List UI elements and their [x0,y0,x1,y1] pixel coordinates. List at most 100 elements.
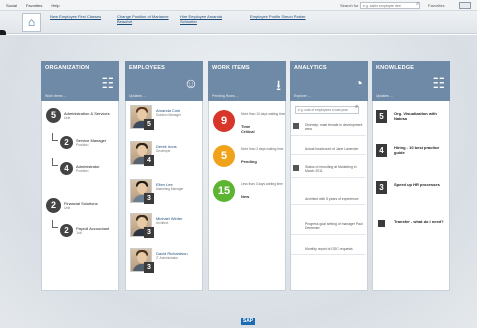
nav-tab-new-employee[interactable]: New Employee First Classes [50,14,106,19]
knowledge-text: Transfer - what do I need? [394,219,444,224]
employee-role: Developer [156,149,171,153]
analytics-item-label: Status of recruiting at Marketing in Mar… [305,165,357,174]
knowledge-text: Org. Visualization with Nakisa [394,111,437,121]
work-item-label: Pending [241,159,257,164]
analytics-item-label: Monthly report of GSC requests [305,247,353,251]
analytics-item-label: Actual headcount of Jane Lavender [305,147,359,151]
pie-chart-icon: ◔ [354,75,363,91]
work-item-text: More than 3 days waiting time [241,147,284,151]
knowledge-text: Hiring - 10 best practice guide [394,145,440,155]
employee-role: Marketing Manager [156,187,184,191]
employees-title: EMPLOYEES [129,65,166,71]
org-node[interactable]: 2 Financial Solutions Unit [46,198,98,213]
favorites-link[interactable]: Favorites [428,3,444,8]
org-count: 2 [46,198,61,213]
analytics-item[interactable]: Architect with 5 years of experience [291,197,366,206]
employee-badge: 5 [144,119,154,130]
org-node[interactable]: 4 Administrator Position [60,162,100,175]
window-icon[interactable] [459,2,471,9]
search-icon[interactable]: ⌕ [355,104,358,111]
org-type: Unit [64,115,71,120]
org-connector [52,133,58,141]
top-bar: Social Favorites Help Search for ⌕ Favor… [0,0,477,11]
work-item-count: 15 [213,180,235,202]
org-label: Service Manager [76,137,107,143]
menu-social[interactable]: Social [6,3,17,8]
org-type: Position [76,168,89,173]
employee-role: IT Administrator [156,256,179,260]
document-icon: ☷ [432,75,445,91]
home-button[interactable]: ⌂ [22,13,41,32]
knowledge-header[interactable]: KNOWLEDGE ☷ Updates ... [372,61,450,101]
analytics-item[interactable]: Progress goal setting of manager Paul De… [291,222,366,235]
employees-header[interactable]: EMPLOYEES ☺ Updates ... [125,61,203,101]
org-count: 4 [60,162,73,175]
org-type: Position [76,142,89,147]
menu-help[interactable]: Help [51,3,59,8]
employee-role: Architect [156,221,169,225]
employee-badge: 4 [144,155,154,166]
org-count: 5 [46,108,61,123]
org-node[interactable]: 2 Service Manager Position [60,136,106,149]
analytics-header[interactable]: ANALYTICS ◔ Explorer ... [290,61,368,101]
organization-header[interactable]: ORGANIZATION ☷ Work Items ... [41,61,119,101]
org-count: 2 [60,136,73,149]
org-label: Financial Solutions [64,200,98,206]
navigation-bar: ⌂ New Employee First Classes Change Posi… [0,11,477,34]
knowledge-count: 5 [376,110,387,123]
analytics-item[interactable]: Actual headcount of Jane Lavender [291,147,366,156]
work-item-label: Time Critical [241,124,255,134]
knowledge-count: 3 [376,181,387,194]
nav-tab-employee-profile[interactable]: Employee Profile Simon Parker [250,14,306,19]
org-connector [52,220,58,228]
employee-badge: 3 [144,262,154,273]
search-label: Search for [340,3,359,8]
org-chart-icon: ☷ [101,75,114,91]
knowledge-subtitle: Updates ... [376,94,393,98]
work-items-header[interactable]: WORK ITEMS ⭳ Pending Rows ... [208,61,286,101]
knowledge-count: 4 [376,144,387,157]
report-icon [293,123,299,129]
search-icon[interactable]: ⌕ [416,1,419,8]
work-items-subtitle: Pending Rows ... [212,94,239,98]
report-icon [293,165,299,171]
nav-tab-hire-employee[interactable]: Hire Employee Amanda Schlueter [180,14,236,24]
work-item-text: Less than 3 days waiting time [241,182,283,186]
org-label: Administrator [76,163,100,169]
employee-role: Solution Manager [156,113,181,117]
org-count: 2 [60,224,73,237]
org-type: Unit [64,205,71,210]
organization-subtitle: Work Items ... [45,94,67,98]
home-icon: ⌂ [27,15,36,29]
analytics-item-label: Diversity: male female in development ar… [305,123,363,132]
top-menu: Social Favorites Help [6,3,60,8]
work-item-text: More than 10 days waiting time [241,112,286,116]
employees-subtitle: Updates ... [129,94,146,98]
analytics-item[interactable]: Diversity: male female in development ar… [291,123,366,136]
org-node[interactable]: 2 Payroll Accountant Job [60,224,109,237]
sap-logo: SAP [241,318,255,325]
org-label: Administration & Services [64,110,110,116]
employee-badge: 3 [144,227,154,238]
nav-tab-change-position[interactable]: Change Position of Marianne Beaufort [117,14,173,24]
org-type: Job [76,230,82,235]
analytics-item-label: Progress goal setting of manager Paul De… [305,222,363,231]
search-input[interactable] [360,2,420,9]
analytics-item[interactable]: Status of recruiting at Marketing in Mar… [291,165,366,178]
work-item-count: 5 [213,145,235,167]
analytics-search-input[interactable] [295,106,359,114]
org-connector [52,158,58,166]
inbox-download-icon: ⭳ [276,77,281,93]
knowledge-text: Speed up HR processes [394,182,440,187]
work-item-label: New [241,194,250,199]
org-node[interactable]: 5 Administration & Services Unit [46,108,110,123]
organization-title: ORGANIZATION [45,65,90,71]
employee-badge: 3 [144,193,154,204]
menu-favorites[interactable]: Favorites [26,3,42,8]
work-items-title: WORK ITEMS [212,65,250,71]
org-label: Payroll Accountant [76,225,110,231]
analytics-item[interactable]: Monthly report of GSC requests [291,247,366,256]
analytics-subtitle: Explorer ... [294,94,311,98]
analytics-title: ANALYTICS [294,65,327,71]
work-item-count: 9 [213,110,235,132]
